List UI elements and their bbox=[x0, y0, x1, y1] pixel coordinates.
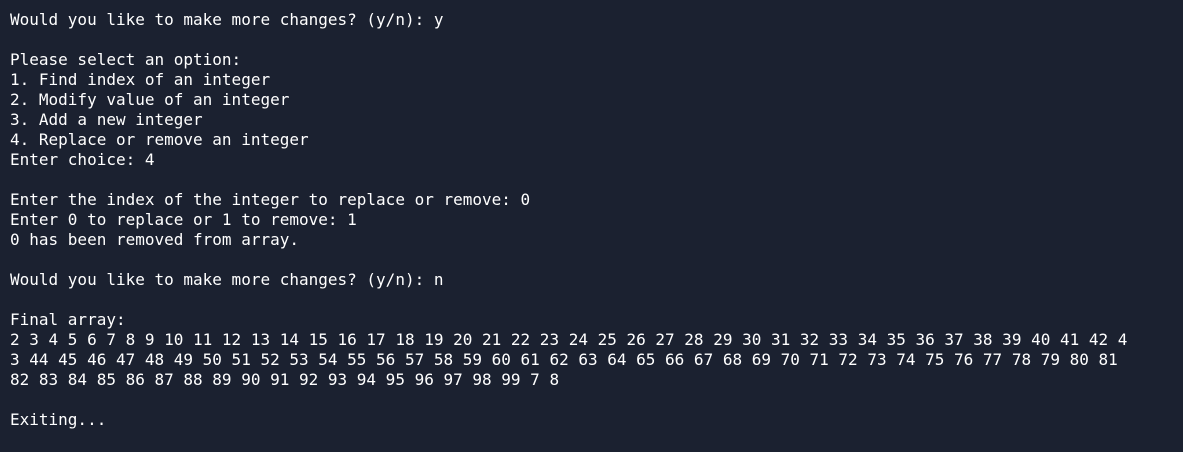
terminal-line-final-array-values: 3 44 45 46 47 48 49 50 51 52 53 54 55 56… bbox=[10, 350, 1118, 369]
terminal-line-menu-option-2: 2. Modify value of an integer bbox=[10, 90, 290, 109]
terminal-line-menu-option-3: 3. Add a new integer bbox=[10, 110, 203, 129]
terminal-line-more-changes-prompt: Would you like to make more changes? (y/… bbox=[10, 270, 444, 289]
terminal-line-final-array-heading: Final array: bbox=[10, 310, 126, 329]
terminal-line-final-array-values: 82 83 84 85 86 87 88 89 90 91 92 93 94 9… bbox=[10, 370, 560, 389]
terminal-line-index-entry: Enter the index of the integer to replac… bbox=[10, 190, 531, 209]
terminal-line-choice-entry: Enter choice: 4 bbox=[10, 150, 155, 169]
terminal-line-final-array-values: 2 3 4 5 6 7 8 9 10 11 12 13 14 15 16 17 … bbox=[10, 330, 1128, 349]
terminal-line-menu-heading: Please select an option: bbox=[10, 50, 242, 69]
terminal-line-menu-option-4: 4. Replace or remove an integer bbox=[10, 130, 309, 149]
terminal-line-replace-remove-entry: Enter 0 to replace or 1 to remove: 1 bbox=[10, 210, 357, 229]
terminal-output[interactable]: Would you like to make more changes? (y/… bbox=[0, 0, 1183, 452]
terminal-line-menu-option-1: 1. Find index of an integer bbox=[10, 70, 271, 89]
terminal-line-removed-message: 0 has been removed from array. bbox=[10, 230, 299, 249]
terminal-line-more-changes-prompt: Would you like to make more changes? (y/… bbox=[10, 10, 444, 29]
terminal-line-exit-message: Exiting... bbox=[10, 410, 107, 429]
